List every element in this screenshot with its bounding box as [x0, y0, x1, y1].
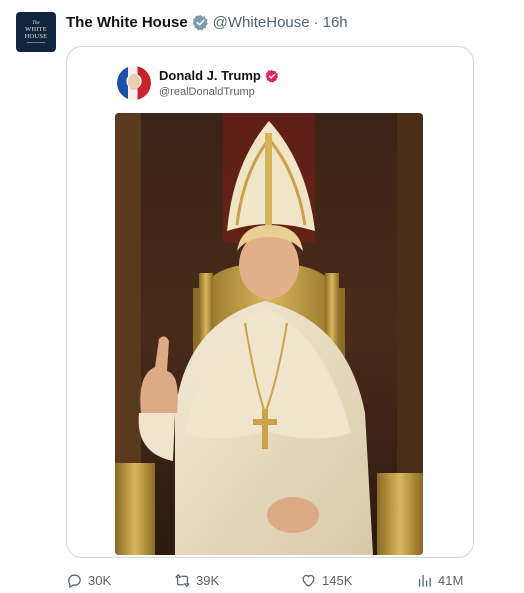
repost-icon	[175, 573, 190, 587]
quoted-author-name-row: Donald J. Trump	[159, 68, 279, 83]
author-handle[interactable]: @WhiteHouse	[213, 14, 310, 31]
quoted-author-display-name[interactable]: Donald J. Trump	[159, 68, 261, 83]
verified-badge-icon[interactable]	[192, 14, 209, 31]
repost-count: 39K	[196, 572, 220, 588]
heart-icon	[302, 574, 315, 587]
avatar-text-house: HOUSE	[24, 33, 48, 40]
author-display-name[interactable]: The White House	[66, 14, 188, 31]
quoted-author-avatar[interactable]	[117, 66, 151, 100]
views-count: 41M	[438, 572, 464, 588]
post-timestamp[interactable]: 16h	[323, 14, 348, 31]
white-house-avatar[interactable]: The WHITE HOUSE	[16, 12, 56, 52]
repost-button[interactable]: 39K	[174, 570, 219, 590]
quoted-author-handle[interactable]: @realDonaldTrump	[159, 86, 255, 98]
avatar-text-white: WHITE	[25, 26, 47, 33]
views-button[interactable]: 41M	[416, 570, 463, 590]
quoted-post-card[interactable]: Donald J. Trump @realDonaldTrump	[66, 46, 474, 558]
reply-button[interactable]: 30K	[66, 570, 111, 590]
quoted-post-image[interactable]	[115, 113, 423, 555]
views-chart-icon	[418, 574, 431, 587]
like-button[interactable]: 145K	[300, 570, 352, 590]
separator-dot: ·	[313, 13, 319, 31]
like-count: 145K	[322, 572, 353, 588]
reply-icon	[68, 574, 81, 588]
reply-count: 30K	[88, 572, 112, 588]
avatar-divider	[27, 42, 45, 43]
verified-badge-icon[interactable]	[265, 69, 279, 83]
tweet-actions: 30K 39K 145K 41M	[66, 570, 463, 590]
pope-portrait-illustration	[115, 113, 423, 555]
tweet-header: The White House @WhiteHouse · 16h	[66, 12, 348, 32]
tweet[interactable]: The WHITE HOUSE The White House @WhiteHo…	[0, 0, 524, 593]
